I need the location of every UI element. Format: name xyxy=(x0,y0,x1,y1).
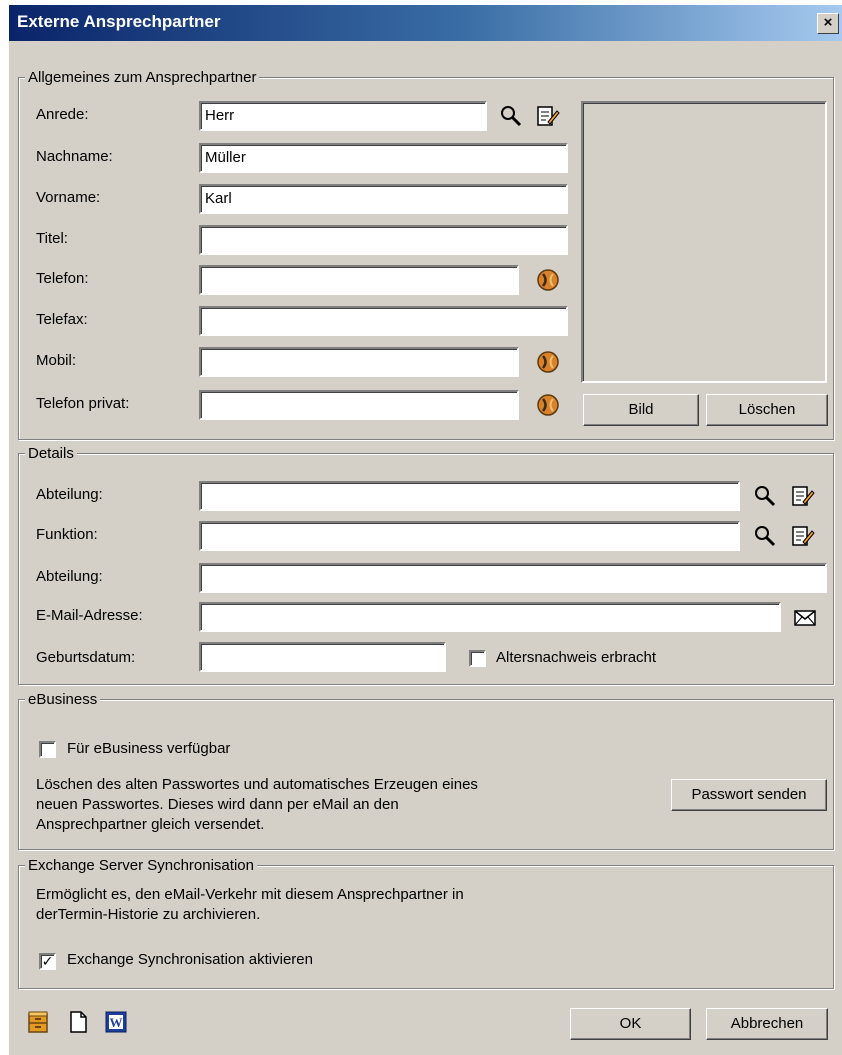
ebusiness-description-line-2: neuen Passwortes. Dieses wird dann per e… xyxy=(36,796,399,813)
contact-photo xyxy=(581,101,827,383)
abbrechen-button[interactable]: Abbrechen xyxy=(706,1008,828,1040)
telefax-input[interactable] xyxy=(199,306,568,336)
geburtsdatum-input[interactable] xyxy=(199,642,446,672)
edit-icon[interactable] xyxy=(536,104,560,128)
exchange-sync-label[interactable]: Exchange Synchronisation aktivieren xyxy=(67,951,313,968)
word-icon[interactable]: W xyxy=(104,1010,128,1034)
label-vorname: Vorname: xyxy=(36,189,101,206)
label-nachname: Nachname: xyxy=(36,148,113,165)
group-general-legend: Allgemeines zum Ansprechpartner xyxy=(25,69,260,86)
label-anrede: Anrede: xyxy=(36,106,89,123)
mobil-input[interactable] xyxy=(199,347,519,377)
dialog-window: Externe Ansprechpartner × Allgemeines zu… xyxy=(8,4,842,1055)
vorname-input[interactable]: Karl xyxy=(199,184,568,214)
email-input[interactable] xyxy=(199,602,781,632)
phone-dial-icon[interactable] xyxy=(536,268,560,292)
label-email: E-Mail-Adresse: xyxy=(36,607,143,624)
ebusiness-description: Löschen des alten Passwortes und automat… xyxy=(36,775,478,835)
group-ebusiness-legend: eBusiness xyxy=(25,691,101,708)
title-bar[interactable]: Externe Ansprechpartner × xyxy=(9,5,842,41)
label-telefon: Telefon: xyxy=(36,270,89,287)
ebusiness-description-line-3: Ansprechpartner gleich versendet. xyxy=(36,816,265,833)
window-title: Externe Ansprechpartner xyxy=(17,12,221,31)
label-abteilung: Abteilung: xyxy=(36,486,103,503)
exchange-description: Ermöglicht es, den eMail-Verkehr mit die… xyxy=(36,885,464,925)
svg-text:W: W xyxy=(110,1015,123,1030)
abteilung-edit-icon[interactable] xyxy=(791,484,815,508)
mobile-dial-icon[interactable] xyxy=(536,350,560,374)
telefon-input[interactable] xyxy=(199,265,519,295)
ebusiness-checkbox[interactable] xyxy=(39,741,56,758)
nachname-input[interactable]: Müller xyxy=(199,143,568,173)
altersnachweis-label[interactable]: Altersnachweis erbracht xyxy=(496,649,656,666)
titel-input[interactable] xyxy=(199,225,568,255)
altersnachweis-checkbox[interactable] xyxy=(469,650,486,667)
search-icon[interactable] xyxy=(499,104,523,128)
funktion-search-icon[interactable] xyxy=(753,524,777,548)
close-button[interactable]: × xyxy=(817,13,839,34)
label-funktion: Funktion: xyxy=(36,526,98,543)
label-telefax: Telefax: xyxy=(36,311,88,328)
mail-icon[interactable] xyxy=(793,606,817,630)
abteilung-2-input[interactable] xyxy=(199,563,827,593)
group-details-legend: Details xyxy=(25,445,77,462)
funktion-input[interactable] xyxy=(199,521,740,551)
abteilung-input[interactable] xyxy=(199,481,740,511)
label-telefon-privat: Telefon privat: xyxy=(36,395,130,412)
exchange-description-line-2: derTermin-Historie zu archivieren. xyxy=(36,906,261,923)
group-exchange-legend: Exchange Server Synchronisation xyxy=(25,857,257,874)
exchange-description-line-1: Ermöglicht es, den eMail-Verkehr mit die… xyxy=(36,886,464,903)
ok-button[interactable]: OK xyxy=(570,1008,691,1040)
new-document-icon[interactable] xyxy=(66,1010,90,1034)
anrede-input[interactable]: Herr xyxy=(199,101,487,131)
funktion-edit-icon[interactable] xyxy=(791,524,815,548)
passwort-senden-button[interactable]: Passwort senden xyxy=(671,779,827,811)
label-titel: Titel: xyxy=(36,230,68,247)
label-geburtsdatum: Geburtsdatum: xyxy=(36,649,136,666)
ebusiness-label[interactable]: Für eBusiness verfügbar xyxy=(67,740,230,757)
ebusiness-description-line-1: Löschen des alten Passwortes und automat… xyxy=(36,776,478,793)
exchange-sync-checkbox[interactable]: ✓ xyxy=(39,953,56,970)
loeschen-image-button[interactable]: Löschen xyxy=(706,394,828,426)
label-abteilung-2: Abteilung: xyxy=(36,568,103,585)
private-phone-dial-icon[interactable] xyxy=(536,393,560,417)
telefon-privat-input[interactable] xyxy=(199,390,519,420)
label-mobil: Mobil: xyxy=(36,352,77,369)
bild-button[interactable]: Bild xyxy=(583,394,699,426)
cabinet-icon[interactable] xyxy=(26,1010,50,1034)
abteilung-search-icon[interactable] xyxy=(753,484,777,508)
